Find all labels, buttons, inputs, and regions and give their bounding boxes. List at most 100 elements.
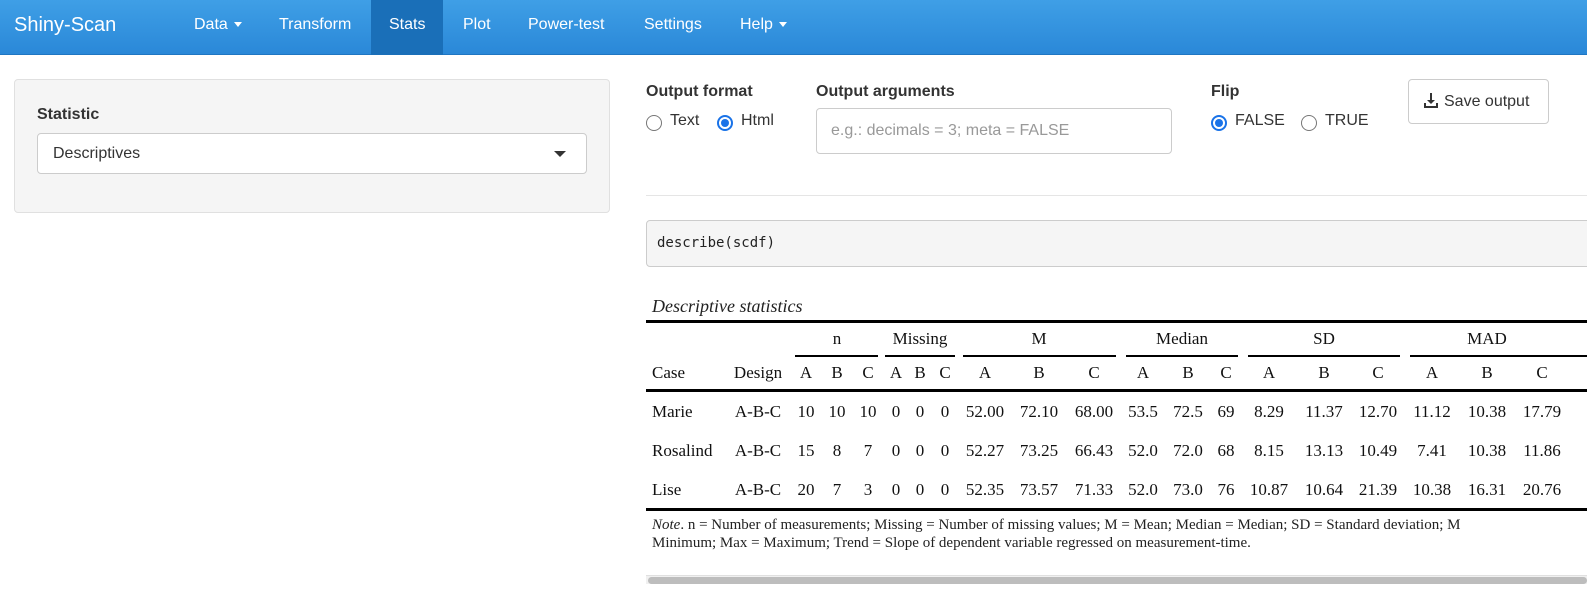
statistic-select[interactable]: Descriptives bbox=[37, 133, 587, 174]
table-cell: 66.43 bbox=[1074, 441, 1114, 460]
group-header-sd: SD bbox=[1313, 329, 1335, 348]
table-note-text: . n = Number of measurements; Missing = … bbox=[680, 517, 1461, 533]
table-cell: 10 bbox=[828, 402, 846, 421]
column-header-phase: B bbox=[1033, 363, 1045, 382]
table-cell: 72.10 bbox=[1019, 402, 1059, 421]
table-cell: 52.00 bbox=[965, 402, 1005, 421]
output-format-text-radio[interactable] bbox=[646, 115, 662, 131]
column-header-phase: A bbox=[1262, 363, 1276, 382]
table-cell: 10.49 bbox=[1358, 441, 1398, 460]
column-header-phase: C bbox=[1372, 363, 1384, 382]
table-cell: 13.13 bbox=[1304, 441, 1344, 460]
table-cell: 17.79 bbox=[1522, 402, 1562, 421]
flip-false-label[interactable]: FALSE bbox=[1235, 112, 1285, 130]
descriptives-table: n Missing M Median SD MAD Case Design A … bbox=[646, 320, 1587, 570]
flip-false-radio[interactable] bbox=[1211, 115, 1227, 131]
group-header-missing: Missing bbox=[892, 329, 948, 348]
table-cell: 52.35 bbox=[965, 480, 1005, 499]
caret-down-icon bbox=[233, 22, 242, 28]
nav-power-test[interactable]: Power-test bbox=[510, 0, 622, 55]
nav-help-label: Help bbox=[740, 16, 773, 33]
table-cell: 52.27 bbox=[965, 441, 1005, 460]
group-header-mad: MAD bbox=[1467, 329, 1507, 348]
app-brand[interactable]: Shiny-Scan bbox=[14, 13, 116, 37]
nav-data-menu[interactable]: Data bbox=[176, 0, 260, 55]
table-cell: 7.41 bbox=[1417, 441, 1447, 460]
table-cell: 72.0 bbox=[1173, 441, 1203, 460]
table-cell: 3 bbox=[863, 480, 873, 499]
table-cell: 52.0 bbox=[1128, 480, 1158, 499]
table-cell: 73.25 bbox=[1019, 441, 1059, 460]
table-note-label: Note bbox=[652, 517, 681, 533]
horizontal-scrollbar[interactable] bbox=[646, 575, 1587, 584]
table-cell: 11.86 bbox=[1523, 441, 1561, 460]
table-cell: 20 bbox=[797, 480, 815, 499]
group-underline bbox=[885, 355, 955, 357]
table-cell: 68 bbox=[1217, 441, 1235, 460]
table-cell: 0 bbox=[891, 441, 901, 460]
column-header-phase: C bbox=[1088, 363, 1100, 382]
column-header-phase: C bbox=[862, 363, 874, 382]
table-cell: 76 bbox=[1217, 480, 1235, 499]
flip-true-label[interactable]: TRUE bbox=[1325, 112, 1369, 130]
nav-help-menu[interactable]: Help bbox=[722, 0, 805, 55]
table-cell: 10 bbox=[859, 402, 877, 421]
output-format-html-label[interactable]: Html bbox=[741, 112, 774, 130]
table-note: Note. n = Number of measurements; Missin… bbox=[652, 516, 1587, 552]
scrollbar-thumb[interactable] bbox=[648, 577, 1587, 584]
table-note-line: Note. n = Number of measurements; Missin… bbox=[652, 516, 1587, 534]
output-arguments-label: Output arguments bbox=[816, 83, 955, 100]
group-underline bbox=[1248, 355, 1400, 357]
statistic-select-value: Descriptives bbox=[53, 145, 141, 162]
caret-down-icon bbox=[554, 151, 566, 157]
flip-label: Flip bbox=[1211, 83, 1240, 100]
table-bottom-rule bbox=[646, 508, 1587, 511]
table-cell: 0 bbox=[891, 402, 901, 421]
column-header-phase: A bbox=[799, 363, 813, 382]
table-cell: 10.38 bbox=[1467, 402, 1507, 421]
column-header-phase: B bbox=[914, 363, 926, 382]
nav-transform[interactable]: Transform bbox=[261, 0, 369, 55]
table-cell-design: A-B-C bbox=[734, 402, 782, 421]
table-cell: 10.87 bbox=[1249, 480, 1289, 499]
column-header-phase: C bbox=[1536, 363, 1548, 382]
table-cell: 20.76 bbox=[1522, 480, 1562, 499]
column-header-design: Design bbox=[733, 363, 783, 382]
table-cell: 10.38 bbox=[1467, 441, 1507, 460]
table-cell: 0 bbox=[915, 480, 925, 499]
table-cell: 0 bbox=[940, 480, 950, 499]
nav-settings[interactable]: Settings bbox=[626, 0, 720, 55]
table-cell: 8 bbox=[832, 441, 842, 460]
table-cell: 0 bbox=[915, 402, 925, 421]
table-cell: 7 bbox=[832, 480, 842, 499]
column-header-phase: C bbox=[1220, 363, 1232, 382]
flip-true-radio[interactable] bbox=[1301, 115, 1317, 131]
column-header-phase: C bbox=[939, 363, 951, 382]
nav-plot[interactable]: Plot bbox=[445, 0, 509, 55]
group-header-m: M bbox=[1031, 329, 1047, 348]
table-cell: 21.39 bbox=[1358, 480, 1398, 499]
table-cell: 0 bbox=[940, 402, 950, 421]
table-cell: 53.5 bbox=[1128, 402, 1158, 421]
output-format-text-label[interactable]: Text bbox=[670, 112, 699, 130]
table-cell: 10.64 bbox=[1304, 480, 1344, 499]
save-output-label: Save output bbox=[1444, 93, 1530, 110]
table-cell: 73.0 bbox=[1173, 480, 1203, 499]
nav-stats[interactable]: Stats bbox=[371, 0, 444, 55]
table-note-line: Minimum; Max = Maximum; Trend = Slope of… bbox=[652, 535, 1251, 551]
table-cell: 71.33 bbox=[1074, 480, 1114, 499]
group-header-n: n bbox=[832, 329, 842, 348]
table-cell: 8.29 bbox=[1254, 402, 1284, 421]
table-cell-case: Marie bbox=[652, 402, 693, 421]
statistic-label: Statistic bbox=[37, 106, 100, 123]
column-header-case: Case bbox=[652, 363, 686, 382]
column-header-phase: A bbox=[1136, 363, 1150, 382]
group-underline bbox=[1410, 355, 1587, 357]
caret-down-icon bbox=[778, 22, 787, 28]
output-format-html-radio[interactable] bbox=[717, 115, 733, 131]
save-output-button[interactable]: Save output bbox=[1408, 79, 1549, 124]
nav-data-label: Data bbox=[194, 16, 228, 33]
output-arguments-input[interactable] bbox=[816, 108, 1172, 154]
table-cell: 0 bbox=[915, 441, 925, 460]
table-cell: 16.31 bbox=[1467, 480, 1507, 499]
